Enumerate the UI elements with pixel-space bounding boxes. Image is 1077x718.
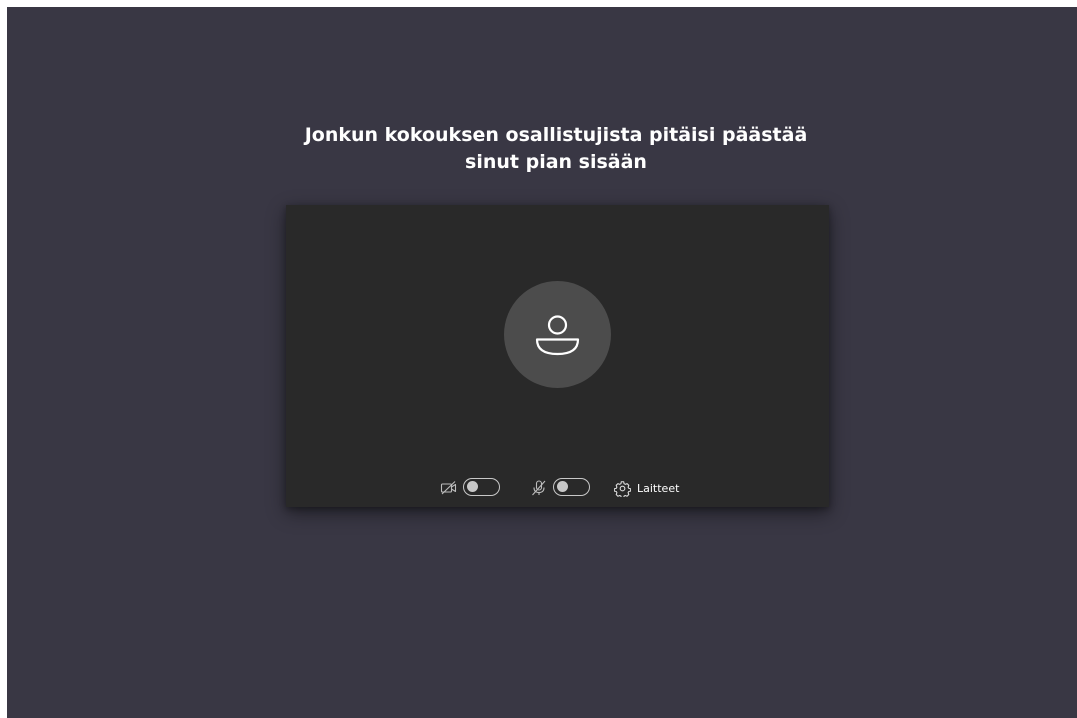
camera-toggle[interactable]: [463, 478, 500, 496]
camera-toggle-knob: [467, 481, 478, 492]
gear-icon: [614, 480, 631, 497]
video-preview: Laitteet: [286, 205, 829, 507]
lobby-message-line-2: sinut pian sisään: [465, 151, 647, 173]
lobby-screen: Jonkun kokouksen osallistujista pitäisi …: [7, 7, 1077, 718]
devices-button[interactable]: Laitteet: [614, 477, 679, 499]
camera-off-icon: [440, 481, 457, 495]
microphone-toggle[interactable]: [553, 478, 590, 496]
person-icon: [535, 315, 580, 356]
devices-label: Laitteet: [637, 481, 680, 495]
mic-off-icon: [532, 480, 546, 496]
avatar: [504, 281, 611, 388]
microphone-toggle-knob: [557, 481, 568, 492]
preview-controls: Laitteet: [286, 475, 829, 499]
lobby-message: Jonkun kokouksen osallistujista pitäisi …: [7, 122, 1077, 176]
lobby-message-line-1: Jonkun kokouksen osallistujista pitäisi …: [304, 124, 808, 146]
